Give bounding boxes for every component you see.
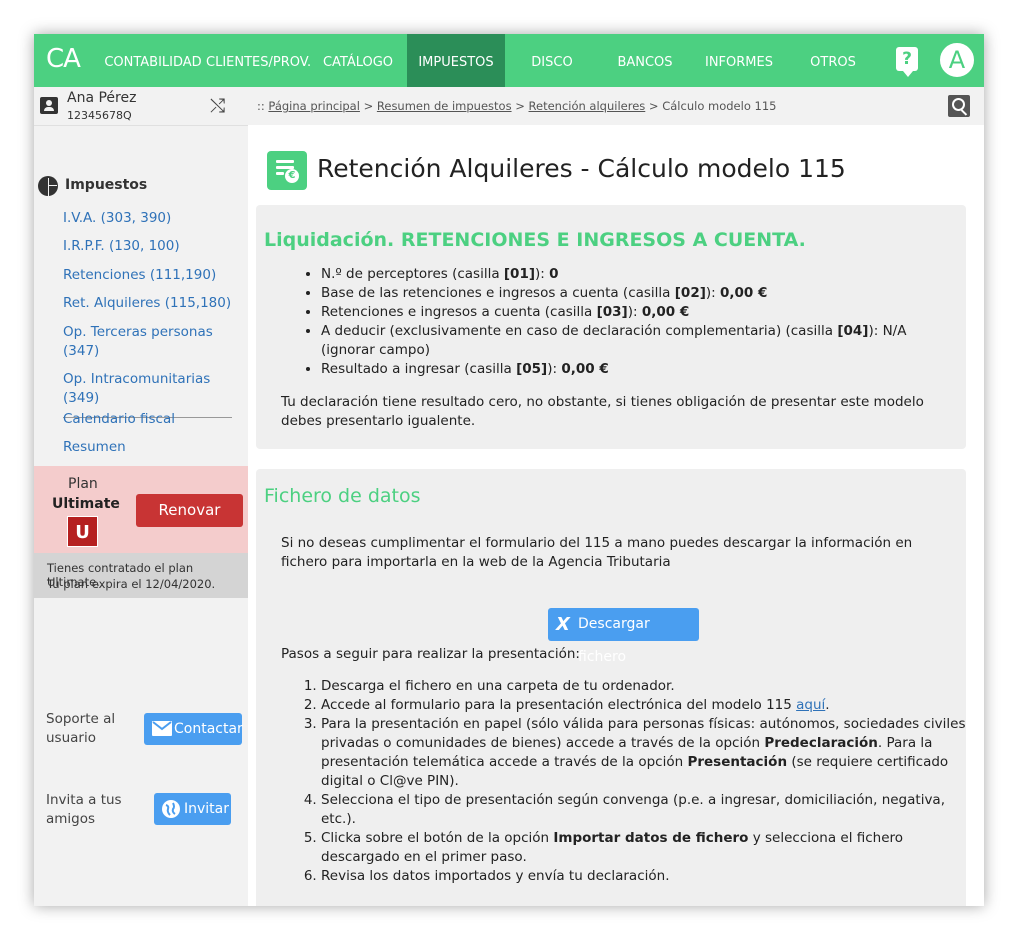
breadcrumb-prefix: :: <box>257 99 269 113</box>
liquidacion-note: Tu declaración tiene resultado cero, no … <box>281 394 924 429</box>
user-id: 12345678Q <box>67 109 132 122</box>
nav-contabilidad[interactable]: CONTABILIDAD <box>104 34 202 87</box>
breadcrumb-home[interactable]: Página principal <box>268 99 360 113</box>
breadcrumb-retencion[interactable]: Retención alquileres <box>529 99 646 113</box>
coins-icon-bar <box>276 160 294 163</box>
mail-icon <box>152 721 172 736</box>
liquidacion-item: Base de las retenciones e ingresos a cue… <box>321 284 961 303</box>
user-name: Ana Pérez <box>67 90 137 106</box>
search-icon[interactable] <box>948 95 970 117</box>
step-item: Revisa los datos importados y envía tu d… <box>321 867 967 886</box>
nav-disco-virtual[interactable]: DISCO VIRTUAL <box>505 34 599 127</box>
fichero-title: Fichero de datos <box>264 485 421 507</box>
step-item: Accede al formulario para la presentació… <box>321 696 967 715</box>
invite-label-line: amigos <box>46 811 96 827</box>
download-file-button[interactable]: X Descargar fichero <box>548 608 699 665</box>
contact-button[interactable]: Contactar <box>144 713 243 745</box>
divider <box>34 125 248 126</box>
help-icon[interactable]: ? <box>896 47 918 77</box>
sidebar-item-calendario[interactable]: Calendario fiscal <box>63 410 248 429</box>
liquidacion-list: N.º de perceptores (casilla [01]): 0 Bas… <box>305 265 961 379</box>
euro-coin-icon: € <box>285 169 299 183</box>
invite-button-label: Invitar <box>184 801 230 817</box>
breadcrumb-bar: :: Página principal > Resumen de impuest… <box>248 87 984 125</box>
sidebar-item-irpf[interactable]: I.R.P.F. (130, 100) <box>63 237 248 256</box>
coins-icon: € <box>267 151 307 190</box>
invite-label: Invita a tus amigos <box>46 791 122 829</box>
breadcrumb-resumen[interactable]: Resumen de impuestos <box>377 99 512 113</box>
plan-name: Ultimate <box>52 496 120 512</box>
step-item: Selecciona el tipo de presentación según… <box>321 791 967 829</box>
nav-clientes-prov[interactable]: CLIENTES/PROV. <box>206 34 311 87</box>
nav-catalogo[interactable]: CATÁLOGO <box>316 34 400 87</box>
steps-list: Descarga el fichero en una carpeta de tu… <box>305 677 967 886</box>
switch-company-icon[interactable]: ⤭ <box>210 95 225 117</box>
fichero-intro: Si no deseas cumplimentar el formulario … <box>281 535 913 570</box>
sidebar-item-ret-alquileres[interactable]: Ret. Alquileres (115,180) <box>63 294 248 313</box>
liquidacion-item: A deducir (exclusivamente en caso de dec… <box>321 322 961 360</box>
support-label-line: usuario <box>46 730 96 746</box>
step-item: Clicka sobre el botón de la opción Impor… <box>321 829 967 867</box>
liquidacion-card: Liquidación. RETENCIONES E INGRESOS A CU… <box>256 205 966 449</box>
contact-button-label: Contactar <box>174 721 243 737</box>
invite-button[interactable]: Invitar <box>154 793 231 825</box>
excel-icon: X <box>556 614 570 635</box>
breadcrumb-sep: > <box>645 99 663 113</box>
coins-icon-bar <box>276 172 284 175</box>
user-card-icon <box>40 97 58 114</box>
plan-box: Plan Ultimate U Renovar <box>34 466 248 553</box>
app-window: CA CONTABILIDAD CLIENTES/PROV. CATÁLOGO … <box>34 34 984 906</box>
form-link[interactable]: aquí <box>796 697 825 713</box>
renew-button[interactable]: Renovar <box>136 494 243 527</box>
liquidacion-item: Retenciones e ingresos a cuenta (casilla… <box>321 303 961 322</box>
top-navigation: CA CONTABILIDAD CLIENTES/PROV. CATÁLOGO … <box>34 34 984 127</box>
steps-title: Pasos a seguir para realizar la presenta… <box>281 646 580 662</box>
nav-impuestos[interactable]: IMPUESTOS <box>407 34 505 87</box>
breadcrumb-sep: > <box>359 99 377 113</box>
nav-informes[interactable]: INFORMES <box>699 34 779 87</box>
fichero-card: Fichero de datos Si no deseas cumpliment… <box>256 469 966 906</box>
breadcrumb-current: Cálculo modelo 115 <box>662 99 777 113</box>
download-file-label: Descargar fichero <box>578 616 650 665</box>
page-title: Retención Alquileres - Cálculo modelo 11… <box>317 154 846 183</box>
sidebar-section-title: Impuestos <box>65 177 148 193</box>
plan-label: Plan <box>68 476 98 492</box>
plan-badge-icon: U <box>67 516 98 547</box>
app-logo[interactable]: CA <box>46 44 81 74</box>
sidebar-item-intracomunitarias[interactable]: Op. Intracomunitarias (349) <box>63 370 248 408</box>
breadcrumb-sep: > <box>511 99 529 113</box>
invite-label-line: Invita a tus <box>46 792 122 808</box>
liquidacion-item: N.º de perceptores (casilla [01]): 0 <box>321 265 961 284</box>
liquidacion-title: Liquidación. RETENCIONES E INGRESOS A CU… <box>264 229 806 251</box>
sidebar-item-iva[interactable]: I.V.A. (303, 390) <box>63 209 248 228</box>
user-box: Ana Pérez 12345678Q ⤭ <box>34 87 248 125</box>
sidebar-item-retenciones[interactable]: Retenciones (111,190) <box>63 266 248 285</box>
nav-bancos[interactable]: BANCOS <box>609 34 681 87</box>
liquidacion-item: Resultado a ingresar (casilla [05]): 0,0… <box>321 360 961 379</box>
sidebar-item-terceras-personas[interactable]: Op. Terceras personas (347) <box>63 323 223 361</box>
plan-info-line: Tu plan expira el 12/04/2020. <box>47 577 216 591</box>
support-label: Soporte al usuario <box>46 710 115 748</box>
plan-info: Tienes contratado el plan Ultimate. Tu p… <box>34 553 248 598</box>
sidebar: Ana Pérez 12345678Q ⤭ Impuestos I.V.A. (… <box>34 87 248 906</box>
avatar[interactable]: A <box>938 41 976 79</box>
globe-icon <box>162 800 180 818</box>
breadcrumb: :: Página principal > Resumen de impuest… <box>257 99 776 113</box>
sidebar-item-resumen[interactable]: Resumen <box>63 438 248 457</box>
step-item: Para la presentación en papel (sólo váli… <box>321 715 967 791</box>
pie-chart-icon <box>38 176 58 196</box>
support-label-line: Soporte al <box>46 711 116 727</box>
step-item: Descarga el fichero en una carpeta de tu… <box>321 677 967 696</box>
nav-otros[interactable]: OTROS <box>802 34 864 87</box>
